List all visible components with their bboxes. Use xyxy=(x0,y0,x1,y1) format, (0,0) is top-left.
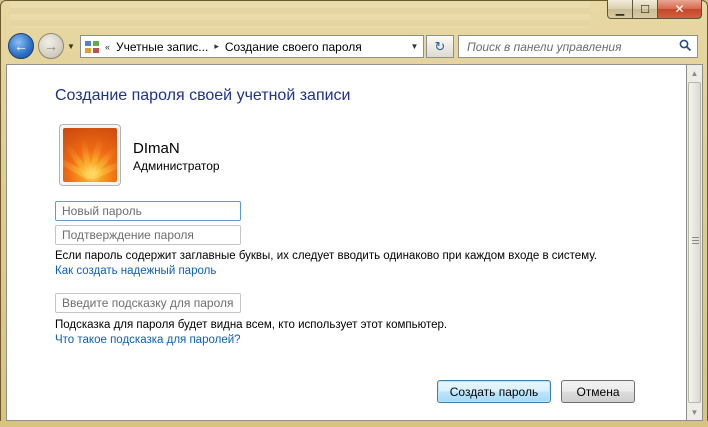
search-input[interactable] xyxy=(467,39,667,54)
new-password-input[interactable] xyxy=(55,201,241,221)
address-bar[interactable]: « Учетные запис... ▸ Создание своего пар… xyxy=(80,35,424,58)
scroll-down-icon[interactable]: ▼ xyxy=(687,404,702,420)
search-icon[interactable] xyxy=(679,39,692,55)
breadcrumb-item-create-password[interactable]: Создание своего пароля xyxy=(221,40,366,54)
glass-background xyxy=(10,2,590,28)
content-pane: Создание пароля своей учетной записи DIm… xyxy=(6,64,686,421)
close-button[interactable]: ✕ xyxy=(658,0,702,19)
breadcrumb-overflow-icon[interactable]: « xyxy=(103,42,112,52)
scroll-up-icon[interactable]: ▲ xyxy=(687,65,702,81)
strong-password-link[interactable]: Как создать надежный пароль xyxy=(55,265,216,277)
hint-help-link[interactable]: Что такое подсказка для паролей? xyxy=(55,334,241,346)
vertical-scrollbar[interactable]: ▲ ▼ xyxy=(686,64,703,421)
maximize-button[interactable]: ☐ xyxy=(633,0,658,19)
search-box xyxy=(458,35,698,58)
avatar xyxy=(59,124,121,186)
create-password-button[interactable]: Создать пароль xyxy=(437,380,551,403)
user-name: DImaN xyxy=(133,140,180,157)
navigation-bar: ← → ▼ « Учетные запис... ▸ Создание свое… xyxy=(6,32,702,62)
recent-pages-button[interactable]: ▼ xyxy=(66,40,76,52)
cancel-button[interactable]: Отмена xyxy=(561,380,635,403)
minimize-button[interactable]: ▁ xyxy=(607,0,633,19)
confirm-password-input[interactable] xyxy=(55,225,241,245)
user-role: Администратор xyxy=(133,159,220,173)
flower-picture-icon xyxy=(63,128,117,182)
control-panel-icon xyxy=(81,40,103,54)
forward-arrow-icon: → xyxy=(44,38,58,54)
caption-buttons: ▁ ☐ ✕ xyxy=(607,0,702,19)
forward-button[interactable]: → xyxy=(38,33,64,59)
breadcrumb-item-accounts[interactable]: Учетные запис... xyxy=(112,40,212,54)
hint-visibility-notice: Подсказка для пароля будет видна всем, к… xyxy=(55,319,448,331)
breadcrumb-separator-icon[interactable]: ▸ xyxy=(212,41,221,52)
password-hint-input[interactable] xyxy=(55,293,241,313)
case-sensitivity-notice: Если пароль содержит заглавные буквы, их… xyxy=(55,250,598,262)
window-bottom-border xyxy=(0,421,708,427)
chevron-down-icon: ▼ xyxy=(67,41,75,51)
back-arrow-icon: ← xyxy=(14,38,28,54)
page-title: Создание пароля своей учетной записи xyxy=(55,87,351,104)
address-dropdown-icon[interactable]: ▼ xyxy=(406,36,423,57)
refresh-icon: ↻ xyxy=(434,38,446,54)
scrollbar-thumb[interactable] xyxy=(688,82,701,403)
scrollbar-grip-icon xyxy=(692,237,699,245)
refresh-button[interactable]: ↻ xyxy=(426,35,454,58)
back-button[interactable]: ← xyxy=(8,33,34,59)
